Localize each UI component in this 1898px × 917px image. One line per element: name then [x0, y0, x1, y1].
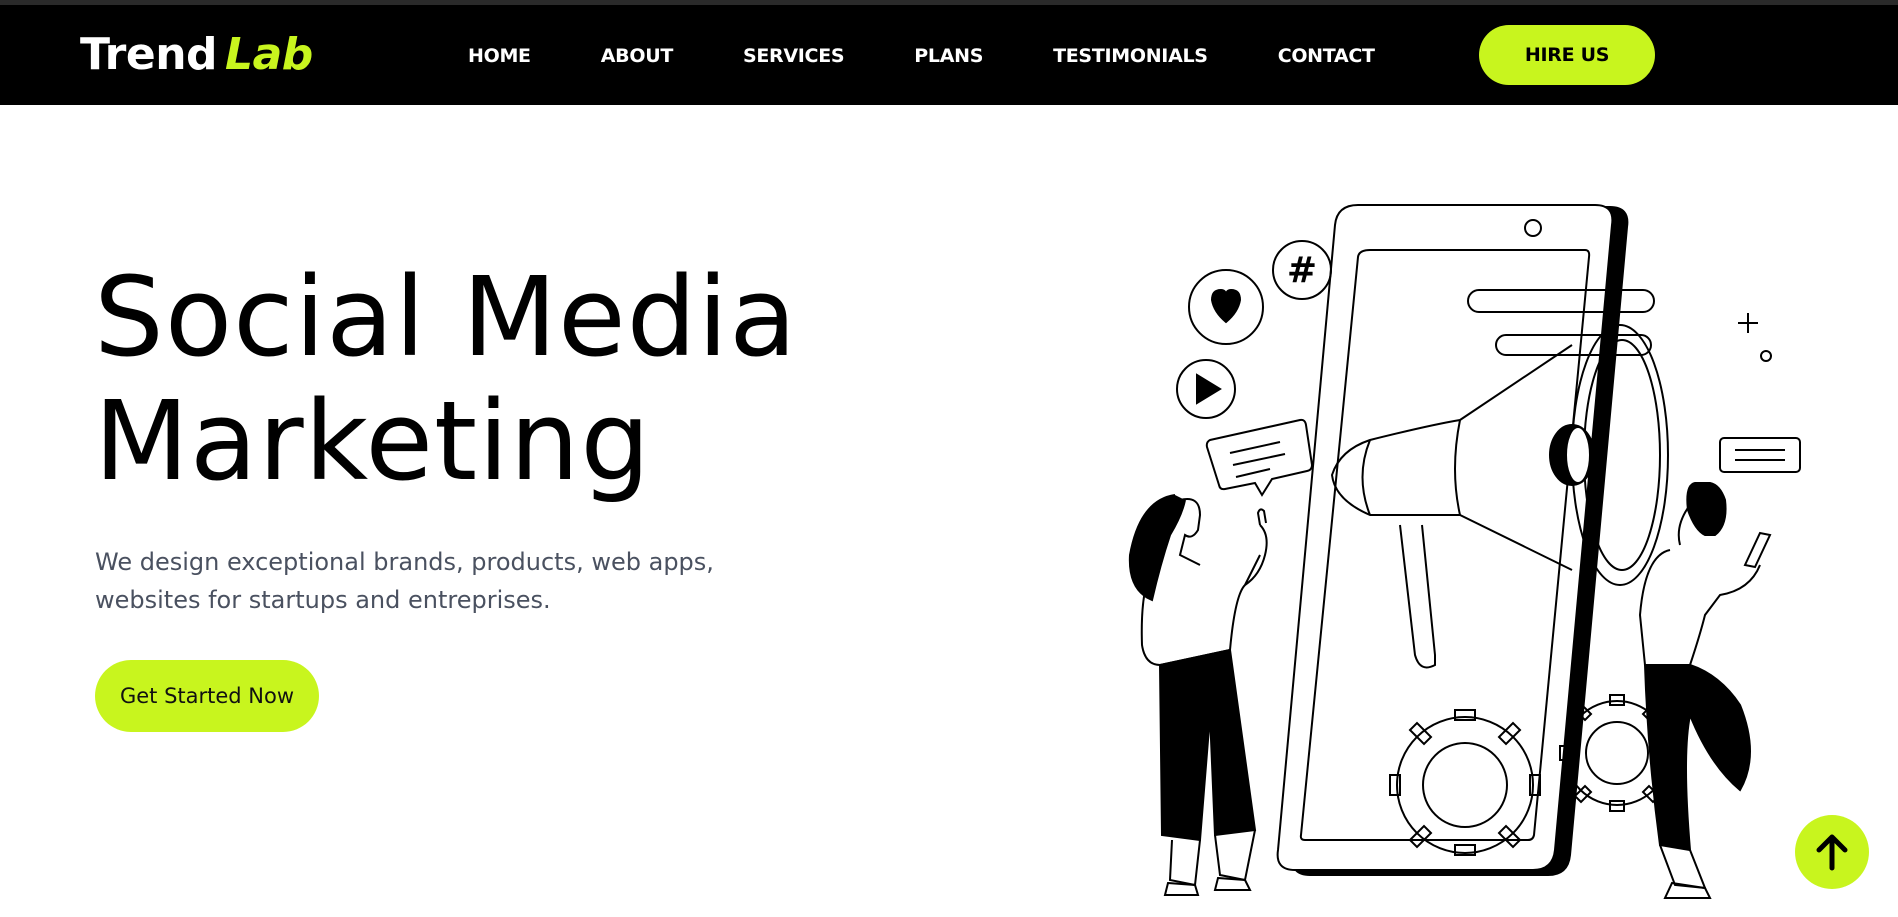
- nav-item-about[interactable]: ABOUT: [601, 45, 674, 67]
- brand-name-accent: Lab: [225, 29, 313, 80]
- nav-item-testimonials[interactable]: TESTIMONIALS: [1053, 45, 1208, 67]
- arrow-up-icon: [1816, 834, 1848, 871]
- site-header: Trend Lab HOME ABOUT SERVICES PLANS TESTI…: [0, 5, 1898, 105]
- hire-us-button[interactable]: HIRE US: [1479, 25, 1655, 85]
- hero-title-line1: Social Media: [94, 253, 798, 381]
- svg-text:#: #: [1287, 250, 1317, 291]
- nav-item-plans[interactable]: PLANS: [914, 45, 983, 67]
- hero-subtitle: We design exceptional brands, products, …: [95, 548, 714, 614]
- main-nav: HOME ABOUT SERVICES PLANS TESTIMONIALS C…: [468, 45, 1445, 67]
- get-started-button[interactable]: Get Started Now: [95, 660, 319, 732]
- scroll-to-top-button[interactable]: [1795, 815, 1869, 889]
- hero-title: Social Media Marketing: [94, 255, 797, 503]
- brand-logo[interactable]: Trend Lab: [80, 29, 313, 80]
- nav-item-contact[interactable]: CONTACT: [1278, 45, 1375, 67]
- nav-item-home[interactable]: HOME: [468, 45, 531, 67]
- megaphone-phone-illustration: #: [1128, 204, 1801, 899]
- brand-name-main: Trend: [80, 29, 218, 80]
- nav-item-services[interactable]: SERVICES: [743, 45, 845, 67]
- hero-title-line2: Marketing: [94, 377, 652, 505]
